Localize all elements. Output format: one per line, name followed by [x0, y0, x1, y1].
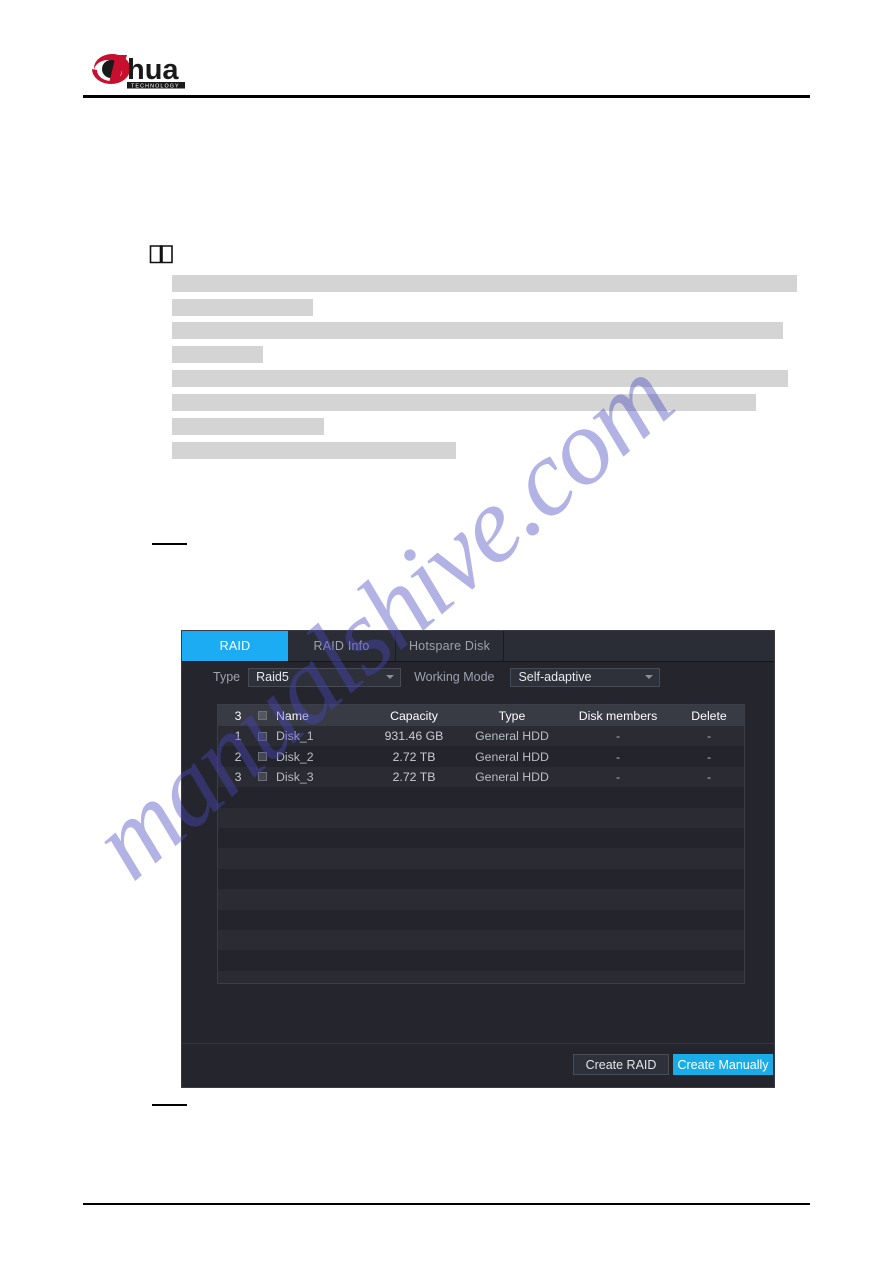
redacted-text-bar [172, 394, 756, 411]
create-raid-button[interactable]: Create RAID [573, 1054, 669, 1075]
row-disk-members: - [615, 729, 621, 744]
row-name-cell: Disk_2 [258, 750, 366, 764]
row-checkbox[interactable] [258, 752, 267, 762]
disk-table: 3 Name Capacity Type Disk members Delete… [217, 704, 745, 984]
table-empty-row [218, 848, 744, 869]
row-name-cell: Disk_1 [258, 729, 366, 743]
header-name: Name [276, 708, 309, 723]
header-delete: Delete [691, 708, 727, 723]
row-type: General HDD [475, 769, 549, 784]
book-icon-svg [149, 245, 173, 264]
table-row[interactable]: 2 Disk_2 2.72 TB General HDD - - [218, 746, 744, 767]
row-checkbox[interactable] [258, 772, 267, 782]
table-row[interactable]: 3 Disk_3 2.72 TB General HDD - - [218, 766, 744, 788]
working-mode-label: Working Mode [414, 670, 495, 684]
redacted-text-bar [172, 299, 313, 316]
header-divider [83, 95, 810, 98]
row-capacity: 931.46 GB [384, 729, 444, 744]
chevron-down-icon [645, 675, 654, 679]
header-count: 3 [234, 708, 242, 723]
row-name-cell: Disk_3 [258, 770, 366, 784]
table-body: 1 Disk_1 931.46 GB General HDD - - 2 Disk_2 2.72… [218, 726, 744, 983]
tabbar-filler [504, 631, 774, 661]
type-label: Type [213, 670, 241, 684]
tab-raid-label: RAID [219, 639, 251, 653]
header-capacity: Capacity [390, 708, 438, 723]
dialog-footer: Create RAID Create Manually [182, 1043, 774, 1087]
table-empty-row [218, 787, 744, 808]
tab-raid-info[interactable]: RAID Info [288, 631, 396, 661]
row-index: 1 [234, 729, 242, 744]
row-capacity: 2.72 TB [392, 769, 436, 784]
table-empty-row [218, 970, 744, 983]
chevron-down-icon [386, 675, 395, 679]
row-name: Disk_2 [276, 749, 314, 764]
table-empty-row [218, 929, 744, 951]
header-type: Type [498, 708, 526, 723]
header-disk-members: Disk members [578, 708, 658, 723]
redacted-caption-rule [152, 1104, 187, 1106]
svg-text:TECHNOLOGY: TECHNOLOGY [131, 84, 180, 90]
table-empty-row [218, 909, 744, 930]
row-capacity: 2.72 TB [392, 749, 436, 764]
create-manually-button[interactable]: Create Manually [673, 1054, 773, 1075]
redacted-caption-rule [152, 543, 187, 545]
row-index: 2 [234, 749, 242, 764]
table-empty-row [218, 889, 744, 910]
table-empty-row [218, 827, 744, 849]
raid-configuration-dialog: RAID RAID Info Hotspare Disk Type Raid5 … [181, 630, 775, 1088]
type-select-value: Raid5 [256, 670, 289, 684]
row-type: General HDD [475, 749, 549, 764]
table-empty-row [218, 807, 744, 828]
redacted-text-bar [172, 275, 797, 292]
select-all-checkbox[interactable] [258, 711, 267, 720]
header-name-cell: Name [258, 709, 366, 723]
tab-hotspare-disk-label: Hotspare Disk [408, 639, 491, 653]
tab-raid-info-label: RAID Info [313, 639, 370, 653]
row-delete[interactable]: - [674, 770, 744, 784]
dahua-logo-svg: hua TECHNOLOGY [92, 54, 185, 90]
table-row[interactable]: 1 Disk_1 931.46 GB General HDD - - [218, 726, 744, 747]
row-name: Disk_3 [276, 769, 314, 784]
redacted-text-bar [172, 442, 456, 459]
redacted-text-bar [172, 346, 263, 363]
svg-text:hua: hua [127, 54, 179, 86]
type-select[interactable]: Raid5 [248, 667, 402, 687]
row-disk-members: - [615, 749, 621, 764]
tab-hotspare-disk[interactable]: Hotspare Disk [396, 631, 504, 661]
dialog-control-row: Type Raid5 Working Mode Self-adaptive [182, 662, 774, 692]
row-index: 3 [234, 769, 242, 784]
redacted-text-bar [172, 370, 788, 387]
row-name: Disk_1 [276, 729, 314, 744]
working-mode-select-value: Self-adaptive [518, 670, 592, 684]
create-raid-label: Create RAID [585, 1057, 657, 1072]
redacted-text-bar [172, 418, 324, 435]
row-delete[interactable]: - [674, 729, 744, 743]
row-disk-members: - [615, 769, 621, 784]
book-icon [149, 243, 175, 265]
footer-divider [83, 1203, 810, 1205]
redacted-text-bar [172, 322, 783, 339]
row-delete[interactable]: - [674, 750, 744, 764]
row-type: General HDD [475, 729, 549, 744]
table-empty-row [218, 868, 744, 890]
table-header-row: 3 Name Capacity Type Disk members Delete [218, 705, 744, 726]
row-checkbox[interactable] [258, 731, 267, 741]
table-empty-row [218, 950, 744, 971]
page-header: hua TECHNOLOGY [83, 44, 810, 100]
dahua-logo: hua TECHNOLOGY [90, 48, 270, 90]
tab-raid[interactable]: RAID [182, 631, 288, 661]
dialog-tabbar: RAID RAID Info Hotspare Disk [182, 631, 774, 662]
create-manually-label: Create Manually [677, 1057, 769, 1072]
working-mode-select[interactable]: Self-adaptive [510, 667, 661, 687]
